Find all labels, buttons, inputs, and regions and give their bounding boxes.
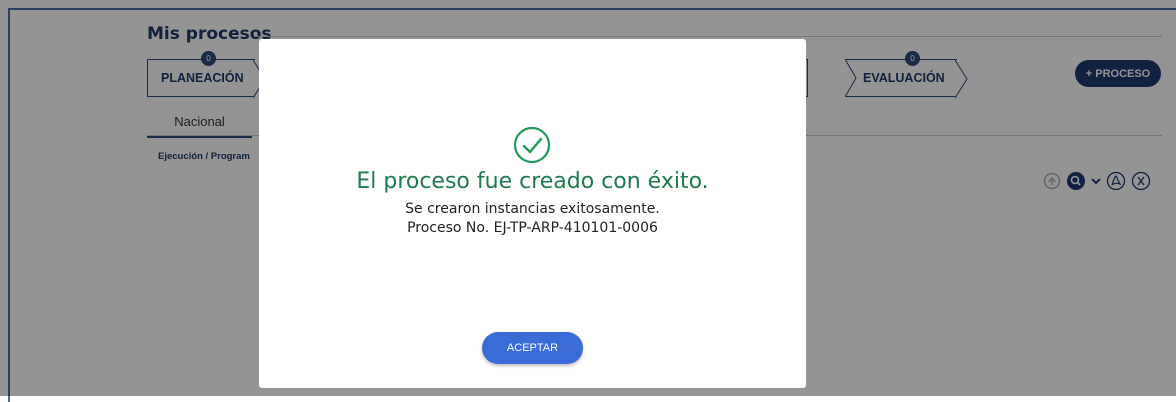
check-circle-icon: [513, 126, 551, 164]
dialog-process-number: Proceso No. EJ-TP-ARP-410101-0006: [407, 220, 658, 236]
dialog-title: El proceso fue creado con éxito.: [356, 169, 709, 194]
dialog-message: Se crearon instancias exitosamente.: [405, 201, 660, 217]
accept-button[interactable]: ACEPTAR: [482, 332, 583, 364]
success-dialog: El proceso fue creado con éxito. Se crea…: [259, 39, 806, 388]
